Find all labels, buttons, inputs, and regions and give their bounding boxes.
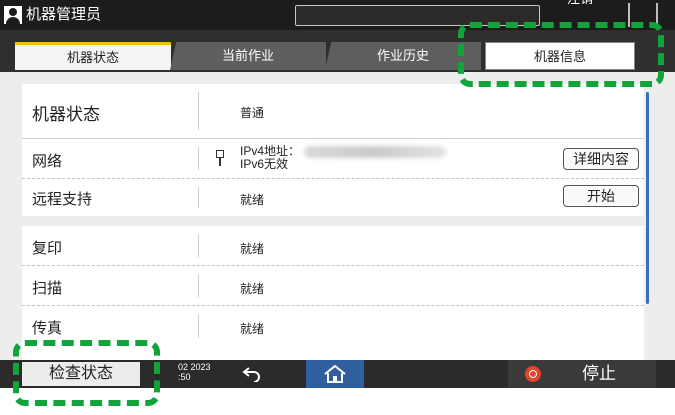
- home-icon: [324, 365, 346, 383]
- start-button[interactable]: 开始: [563, 185, 639, 207]
- machine-status-label: 机器状态: [32, 105, 100, 124]
- remote-support-row: 远程支持 就绪 开始: [22, 179, 644, 216]
- user-icon: [4, 6, 22, 24]
- machine-status-row: 机器状态 普通: [22, 84, 644, 139]
- time-text: :50: [178, 372, 191, 382]
- scan-label: 扫描: [32, 280, 63, 297]
- ipv6-label: IPv6无效: [240, 157, 289, 171]
- admin-label: 机器管理员: [26, 6, 102, 23]
- back-button[interactable]: [232, 362, 272, 386]
- back-arrow-icon: [242, 367, 260, 383]
- machine-info-highlight: [458, 22, 664, 87]
- scrollbar[interactable]: [646, 92, 649, 304]
- tab-machine-status[interactable]: 机器状态: [15, 42, 171, 70]
- check-status-highlight: [13, 340, 160, 406]
- machine-status-value: 普通: [240, 106, 265, 120]
- stop-icon: [525, 366, 541, 382]
- date-text: 02 2023: [178, 362, 211, 372]
- details-button[interactable]: 详细内容: [563, 148, 639, 170]
- stop-button[interactable]: 停止: [508, 360, 656, 388]
- tab-current-jobs[interactable]: 当前作业: [170, 42, 326, 70]
- home-button[interactable]: [306, 360, 364, 388]
- main-content: 机器状态 普通 网络 IPv4地址： IPv6无效 详细内容 远程支持 就绪 开…: [0, 72, 675, 360]
- logout-button[interactable]: 注销: [567, 0, 593, 6]
- list-item: 扫描 就绪: [22, 266, 644, 306]
- fax-label: 传真: [32, 320, 63, 337]
- fax-value: 就绪: [240, 322, 265, 336]
- remote-support-value: 就绪: [240, 193, 265, 207]
- stop-label: 停止: [582, 364, 616, 383]
- list-item: 复印 就绪: [22, 226, 644, 266]
- copy-value: 就绪: [240, 242, 265, 256]
- network-row: 网络 IPv4地址： IPv6无效 详细内容: [22, 139, 644, 179]
- status-panel: 机器状态 普通 网络 IPv4地址： IPv6无效 详细内容 远程支持 就绪 开…: [22, 84, 644, 216]
- copy-label: 复印: [32, 240, 63, 257]
- remote-support-label: 远程支持: [32, 191, 93, 208]
- network-label: 网络: [32, 153, 63, 170]
- ipv4-address-blurred: [304, 146, 446, 158]
- ethernet-plug-icon: [215, 148, 225, 168]
- date-time: 02 2023 :50: [178, 362, 211, 382]
- scan-value: 就绪: [240, 282, 265, 296]
